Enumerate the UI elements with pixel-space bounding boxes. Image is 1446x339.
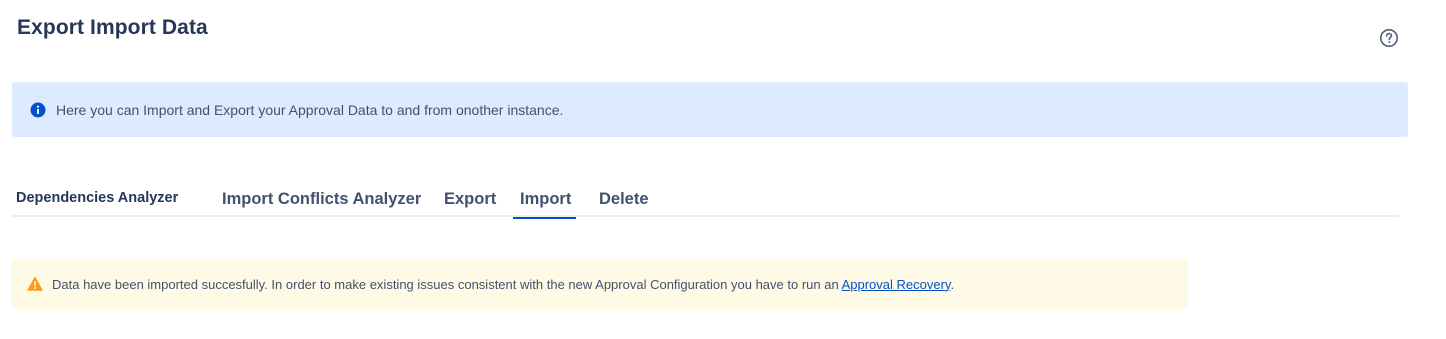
tab-import-conflicts-analyzer[interactable]: Import Conflicts Analyzer (222, 183, 421, 217)
warning-banner-text: Data have been imported succesfully. In … (52, 277, 954, 292)
page-title: Export Import Data (17, 16, 208, 39)
info-banner: Here you can Import and Export your Appr… (12, 82, 1408, 137)
tab-delete[interactable]: Delete (599, 183, 649, 217)
help-icon[interactable] (1379, 28, 1399, 48)
info-icon (30, 102, 46, 118)
tab-import[interactable]: Import (512, 183, 577, 219)
warning-message-end: . (950, 276, 955, 292)
export-import-page: Export Import Data Here you can Import a… (0, 0, 1446, 339)
tab-dependencies-analyzer[interactable]: Dependencies Analyzer (16, 183, 178, 217)
warning-icon (27, 276, 43, 292)
approval-recovery-link[interactable]: Approval Recovery (842, 277, 951, 292)
info-banner-text: Here you can Import and Export your Appr… (56, 101, 564, 118)
tab-bar: Dependencies Analyzer Import Conflicts A… (12, 183, 1399, 219)
warning-message: Data have been imported succesfully. In … (52, 276, 842, 292)
tab-export[interactable]: Export (444, 183, 496, 217)
warning-banner: Data have been imported succesfully. In … (11, 259, 1188, 309)
